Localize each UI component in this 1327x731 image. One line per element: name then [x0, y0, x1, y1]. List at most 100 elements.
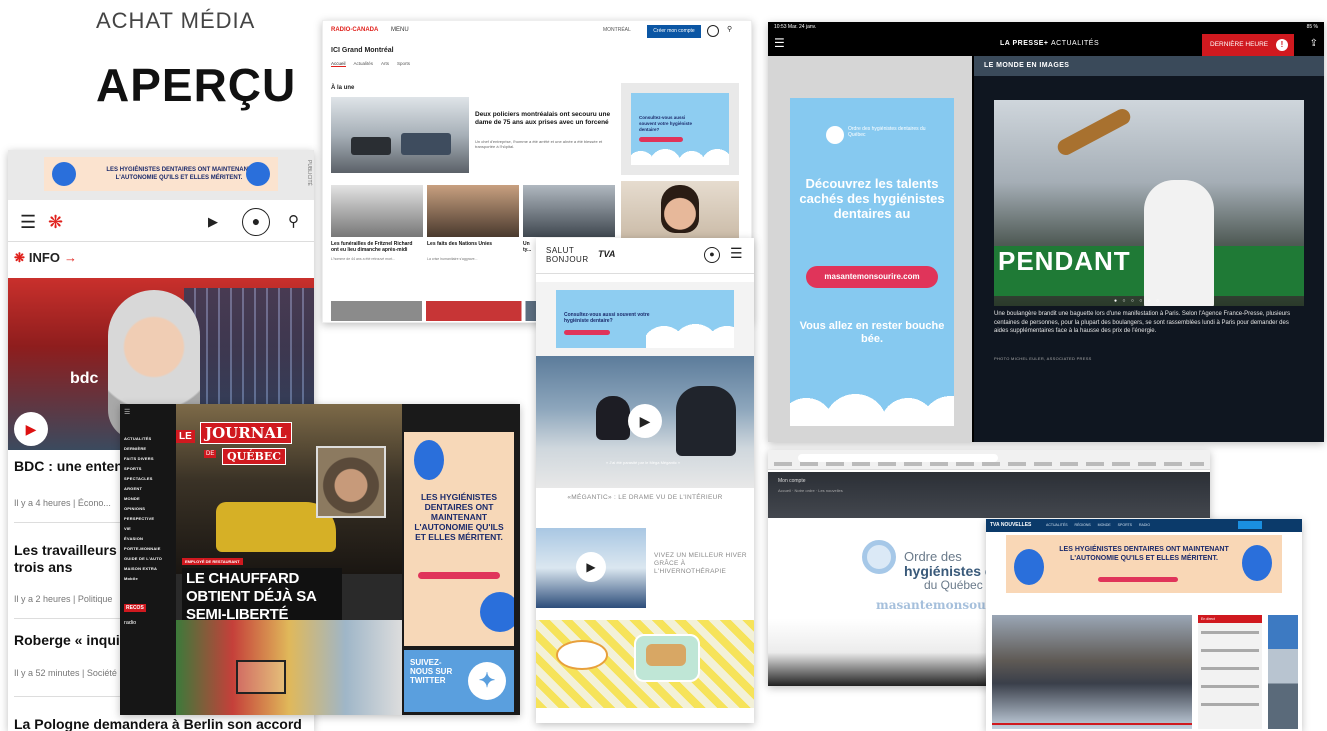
story-headline[interactable]: LE CHAUFFARD OBTIENT DÉJÀ SA SEMI-LIBERT…: [182, 568, 342, 626]
gallery-dots[interactable]: ● ○ ○ ○ ○ ○: [1114, 298, 1161, 304]
search-icon[interactable]: ⚲: [727, 25, 732, 33]
article-title[interactable]: «MÉGANTIC» : LE DRAME VU DE L'INTÉRIEUR: [536, 494, 754, 501]
ad-box[interactable]: Consultez-vous aussi souvent votre hygié…: [621, 83, 739, 175]
play-button[interactable]: ▶: [628, 404, 662, 438]
article-image[interactable]: ▶: [536, 528, 646, 608]
ad-cta[interactable]: [639, 137, 683, 142]
list-item[interactable]: [1201, 649, 1259, 652]
user-icon[interactable]: [707, 25, 719, 37]
twitter-promo[interactable]: SUIVEZ-NOUS SUR TWITTER ✦: [404, 650, 514, 712]
lead-image[interactable]: [331, 97, 469, 173]
story-title[interactable]: Les funérailles de Fritznel Richard ont …: [331, 241, 421, 253]
radio-link[interactable]: radio: [124, 620, 136, 626]
tab-sports[interactable]: Sports: [397, 61, 410, 66]
nav-item[interactable]: MONDE: [124, 496, 140, 501]
list-item[interactable]: [1201, 667, 1259, 670]
lead-photo[interactable]: [992, 615, 1192, 729]
ad-cta[interactable]: [418, 572, 500, 579]
side-thumbnails[interactable]: [1268, 615, 1298, 729]
radio-canada-logo[interactable]: RADIO-CANADA: [331, 27, 378, 33]
section-link[interactable]: ❋ INFO →: [14, 250, 77, 266]
user-icon[interactable]: ●: [704, 247, 720, 263]
video-player[interactable]: ▶ « J'ai été parasité par le Méga Mégant…: [536, 356, 754, 488]
site-url[interactable]: masantemonsourir: [876, 598, 1003, 612]
ad-creative[interactable]: Ordre des hygiénistes dentaires du Québe…: [790, 98, 954, 426]
nav-item[interactable]: SPECTACLES: [124, 476, 153, 481]
bookmarks-bar[interactable]: [774, 462, 1204, 466]
list-item[interactable]: [1201, 703, 1259, 706]
list-item[interactable]: [1201, 685, 1259, 688]
food-image[interactable]: [536, 620, 754, 708]
nav-item[interactable]: GUIDE DE L'AUTO: [124, 556, 162, 561]
region-selector[interactable]: MONTRÉAL: [603, 27, 631, 33]
nav-item[interactable]: PERSPECTIVE: [124, 516, 154, 521]
article-row[interactable]: ▶ VIVEZ UN MEILLEUR HIVER GRÂCE À L'HIVE…: [536, 528, 754, 610]
tva-logo[interactable]: TVA: [598, 249, 615, 259]
ad-cta[interactable]: [1098, 577, 1178, 582]
play-button[interactable]: ▶: [576, 552, 606, 582]
tva-nouvelles-logo[interactable]: TVA NOUVELLES: [990, 522, 1031, 528]
tab-arts[interactable]: Arts: [381, 61, 389, 66]
create-account-button[interactable]: Créer mon compte: [647, 25, 701, 38]
lead-title[interactable]: Deux policiers montréalais ont secouru u…: [475, 111, 615, 127]
menu-button[interactable]: MENU: [391, 27, 409, 33]
nav-items[interactable]: ACTUALITÉS RÉGIONS MONDE SPORTS RADIO: [1046, 523, 1150, 527]
header-links[interactable]: Accueil · Notre ordre · Les nouvelles: [778, 488, 843, 493]
nav-item[interactable]: SPORTS: [124, 466, 142, 471]
article-title[interactable]: VIVEZ UN MEILLEUR HIVER GRÂCE À L'HIVERN…: [654, 552, 750, 576]
nav-item[interactable]: OPINIONS: [124, 506, 145, 511]
ad-banner[interactable]: Consultez-vous aussi souvent votre hygié…: [536, 282, 754, 356]
nav-item[interactable]: ACTUALITÉS: [124, 436, 151, 441]
ad-creative[interactable]: Consultez-vous aussi souvent votre hygié…: [631, 93, 729, 165]
nav-button[interactable]: [1238, 521, 1262, 529]
ad-creative[interactable]: LES HYGIÉNISTES DENTAIRES ONT MAINTENANT…: [44, 157, 278, 191]
nav-item[interactable]: MAISON EXTRA: [124, 566, 157, 571]
journal-de-quebec-logo[interactable]: LE JOURNAL DE QUÉBEC: [176, 422, 292, 474]
story-image[interactable]: [331, 185, 423, 237]
play-icon[interactable]: ▶: [208, 214, 218, 230]
grocery-image[interactable]: [176, 620, 402, 715]
edition-title: LA PRESSE+ ACTUALITÉS: [1000, 40, 1099, 47]
menu-icon[interactable]: ☰: [124, 408, 130, 416]
ad-skyscraper[interactable]: LES HYGIÉNISTES DENTAIRES ONT MAINTENANT…: [404, 432, 514, 646]
nav-item[interactable]: Mobile: [124, 576, 138, 581]
ad-banner[interactable]: LES HYGIÉNISTES DENTAIRES ONT MAINTENANT…: [1006, 535, 1282, 593]
tab-actualites[interactable]: Actualités: [354, 61, 374, 66]
ad-cta[interactable]: [564, 330, 610, 335]
nav-item[interactable]: DERNIÈRE: [124, 446, 146, 451]
header-title[interactable]: Mon compte: [778, 478, 806, 484]
story-image[interactable]: [427, 185, 519, 237]
person-silhouette: [1144, 180, 1214, 306]
story-title[interactable]: Les faits des Nations Unies: [427, 241, 517, 247]
nav-item[interactable]: ÉVASION: [124, 536, 143, 541]
tab-accueil[interactable]: Accueil: [331, 61, 346, 67]
story-title[interactable]: Un ty...: [523, 241, 533, 253]
ohdq-logo: [454, 444, 504, 460]
share-icon[interactable]: ⇪: [1310, 38, 1318, 49]
site-header: Mon compte Accueil · Notre ordre · Les n…: [768, 472, 1210, 518]
nav-item[interactable]: FAITS DIVERS: [124, 456, 154, 461]
menu-icon[interactable]: ☰: [774, 36, 785, 50]
user-icon[interactable]: ●: [242, 208, 270, 236]
nav-item[interactable]: ARGENT: [124, 486, 142, 491]
nav-item[interactable]: PORTE-MONNAIE: [124, 546, 161, 551]
play-button[interactable]: ▶: [14, 412, 48, 446]
salut-bonjour-logo[interactable]: SALUT BONJOUR: [546, 246, 589, 264]
recos-badge[interactable]: RECOS: [124, 604, 146, 612]
search-icon[interactable]: ⚲: [288, 212, 299, 230]
menu-icon[interactable]: ☰: [730, 245, 743, 262]
radio-canada-logo-icon[interactable]: ❋: [48, 212, 63, 233]
menu-icon[interactable]: ☰: [20, 212, 36, 233]
gallery-photo[interactable]: PENDANT: [994, 100, 1304, 306]
portrait-image[interactable]: [621, 181, 739, 243]
ad-skyscraper[interactable]: Ordre des hygiénistes dentaires du Québe…: [768, 56, 972, 442]
story-image[interactable]: [523, 185, 615, 237]
address-bar[interactable]: [798, 454, 998, 462]
nav-item[interactable]: VIE: [124, 526, 131, 531]
ad-creative[interactable]: Consultez-vous aussi souvent votre hygié…: [556, 290, 734, 348]
ad-banner[interactable]: LES HYGIÉNISTES DENTAIRES ONT MAINTENANT…: [8, 150, 314, 200]
ad-url-button[interactable]: masantemonsourire.com: [806, 266, 938, 288]
breaking-news-button[interactable]: DERNIÈRE HEURE!: [1202, 34, 1294, 56]
list-item[interactable]: [1201, 631, 1259, 634]
article-title[interactable]: La Pologne demandera à Berlin son accord: [14, 716, 310, 731]
